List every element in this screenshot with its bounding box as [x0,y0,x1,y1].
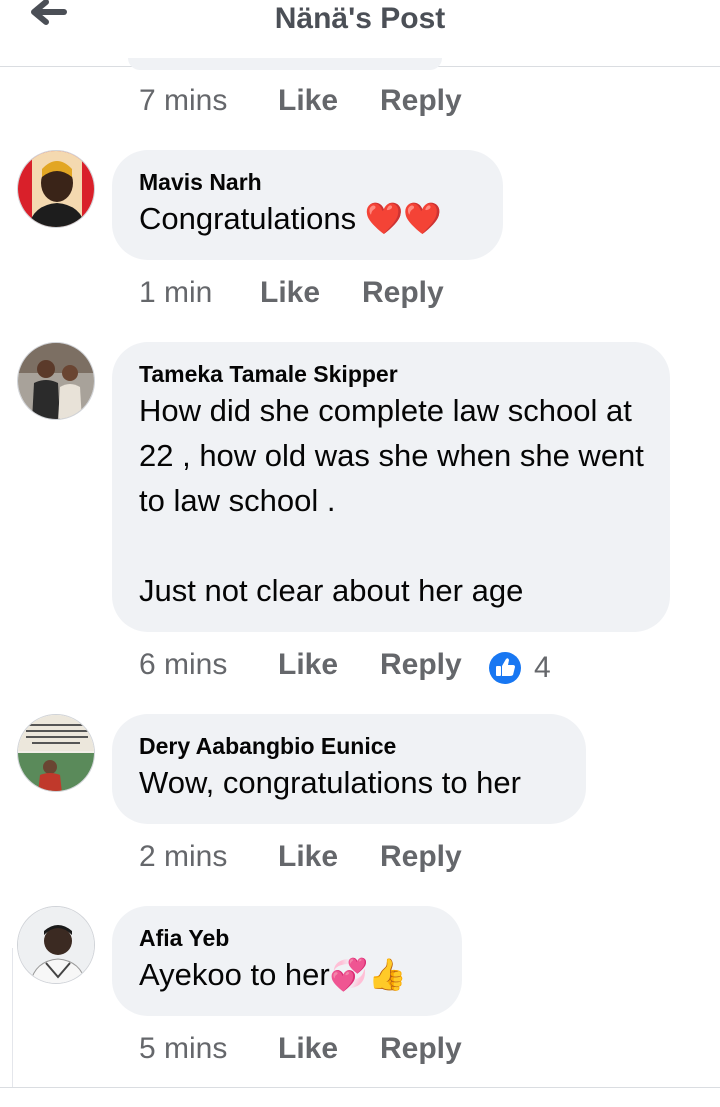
comment-bubble: Mavis Narh Congratulations ❤️❤️ [112,150,503,260]
comment-time: 1 min [139,276,213,309]
comment-time: 2 mins [139,840,228,873]
reply-button[interactable]: Reply [362,276,444,310]
avatar[interactable] [17,150,95,228]
comment-time: 6 mins [139,648,228,681]
post-header: Nänä's Post [0,0,720,67]
like-button[interactable]: Like [278,648,338,682]
comment-bubble: Tameka Tamale Skipper How did she comple… [112,342,670,632]
divider [0,1087,720,1088]
avatar[interactable] [17,906,95,984]
comment-bubble: Afia Yeb Ayekoo to her💞👍 [112,906,462,1016]
like-button[interactable]: Like [278,1032,338,1066]
reply-button[interactable]: Reply [380,1032,462,1066]
comment-text: Congratulations ❤️❤️ [139,201,442,236]
thumbs-up-icon [489,652,521,684]
like-button[interactable]: Like [260,276,320,310]
reply-button[interactable]: Reply [380,648,462,682]
comment-time: 5 mins [139,1032,228,1065]
comment-text: Wow, congratulations to her [139,765,521,800]
comment-bubble: Dery Aabangbio Eunice Wow, congratulatio… [112,714,586,824]
previous-comment-bubble [128,58,442,70]
composer-edge [0,948,13,1088]
like-button[interactable]: Like [278,840,338,874]
reaction-count: 4 [534,651,551,684]
commenter-name[interactable]: Dery Aabangbio Eunice [139,732,560,760]
avatar[interactable] [17,714,95,792]
comment-text: How did she complete law school at 22 , … [139,393,644,608]
reply-button[interactable]: Reply [380,84,462,118]
like-button[interactable]: Like [278,84,338,118]
comment-text: Ayekoo to her💞👍 [139,957,407,992]
avatar[interactable] [17,342,95,420]
page-title: Nänä's Post [274,2,446,35]
comment-time: 7 mins [139,84,228,117]
commenter-name[interactable]: Tameka Tamale Skipper [139,360,644,388]
reply-button[interactable]: Reply [380,840,462,874]
commenter-name[interactable]: Afia Yeb [139,924,436,952]
commenter-name[interactable]: Mavis Narh [139,168,477,196]
